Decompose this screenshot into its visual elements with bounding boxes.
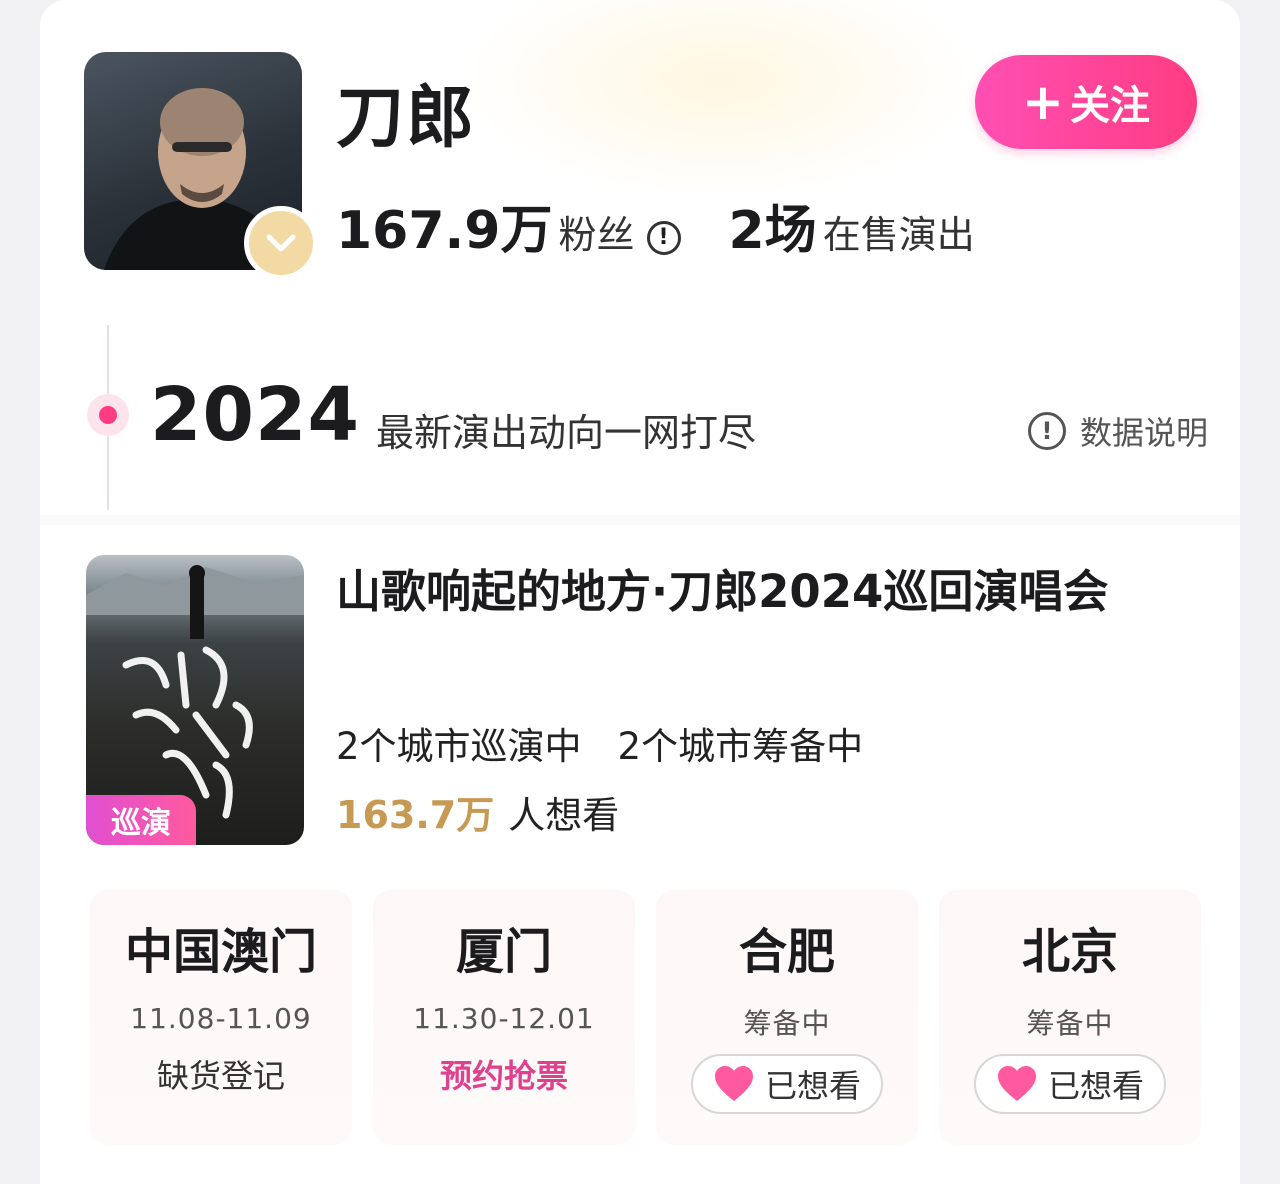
event-want: 163.7万 人想看 (336, 784, 619, 839)
artist-stats: 167.9万 粉丝 ! 2场 在售演出 (336, 188, 975, 261)
event-title[interactable]: 山歌响起的地方·刀郎2024巡回演唱会 (336, 560, 1196, 624)
city-date: 筹备中 (1026, 1007, 1114, 1040)
heart-icon (714, 1066, 753, 1101)
want-button[interactable]: 已想看 (974, 1054, 1166, 1114)
artist-name: 刀郎 (336, 79, 477, 158)
timeline-dot (87, 394, 129, 436)
shows-count: 2场 (728, 201, 817, 261)
city-card-hefei[interactable]: 合肥 筹备中 已想看 (656, 890, 918, 1145)
want-button[interactable]: 已想看 (691, 1054, 883, 1114)
city-card-macau[interactable]: 中国澳门 11.08-11.09 缺货登记 (90, 890, 352, 1145)
section-divider (40, 515, 1240, 525)
want-button-label: 已想看 (1047, 1067, 1144, 1105)
cities-touring: 2个城市巡演中 (336, 725, 582, 768)
fans-count: 167.9万 (336, 201, 553, 261)
verified-badge-icon (244, 206, 318, 280)
cities-preparing: 2个城市筹备中 (617, 725, 864, 768)
info-icon: ! (1028, 412, 1066, 450)
timeline-year: 2024 (150, 372, 360, 458)
city-name: 合肥 (738, 924, 835, 980)
follow-button[interactable]: + 关注 (975, 55, 1197, 149)
city-status[interactable]: 缺货登记 (90, 1051, 352, 1097)
city-date: 筹备中 (743, 1007, 831, 1040)
city-name: 中国澳门 (124, 924, 317, 980)
city-name: 北京 (1021, 924, 1118, 980)
want-button-label: 已想看 (764, 1067, 861, 1105)
tour-tag: 巡演 (86, 795, 196, 845)
city-name: 厦门 (455, 924, 552, 980)
city-card-xiamen[interactable]: 厦门 11.30-12.01 预约抢票 (373, 890, 635, 1145)
timeline-subtitle: 最新演出动向一网打尽 (376, 411, 757, 455)
city-card-beijing[interactable]: 北京 筹备中 已想看 (939, 890, 1201, 1145)
city-date: 11.30-12.01 (413, 1002, 595, 1035)
want-label: 人想看 (508, 794, 620, 837)
shows-label: 在售演出 (822, 213, 975, 257)
fans-label: 粉丝 (558, 213, 635, 257)
city-status[interactable]: 预约抢票 (373, 1051, 635, 1097)
info-icon[interactable]: ! (646, 220, 681, 255)
data-note-label: 数据说明 (1080, 414, 1209, 452)
follow-label: 关注 (1069, 83, 1150, 129)
plus-icon: + (1022, 73, 1064, 131)
event-poster[interactable]: 巡演 (86, 555, 304, 845)
want-count: 163.7万 (336, 793, 495, 837)
data-note-link[interactable]: ! 数据说明 (1028, 408, 1208, 454)
event-city-summary: 2个城市巡演中 2个城市筹备中 (336, 716, 863, 770)
artist-page: 刀郎 + 关注 167.9万 粉丝 ! 2场 在售演出 2024 最新演出动向一… (40, 0, 1240, 1184)
city-date: 11.08-11.09 (130, 1002, 312, 1035)
heart-icon (997, 1066, 1036, 1101)
